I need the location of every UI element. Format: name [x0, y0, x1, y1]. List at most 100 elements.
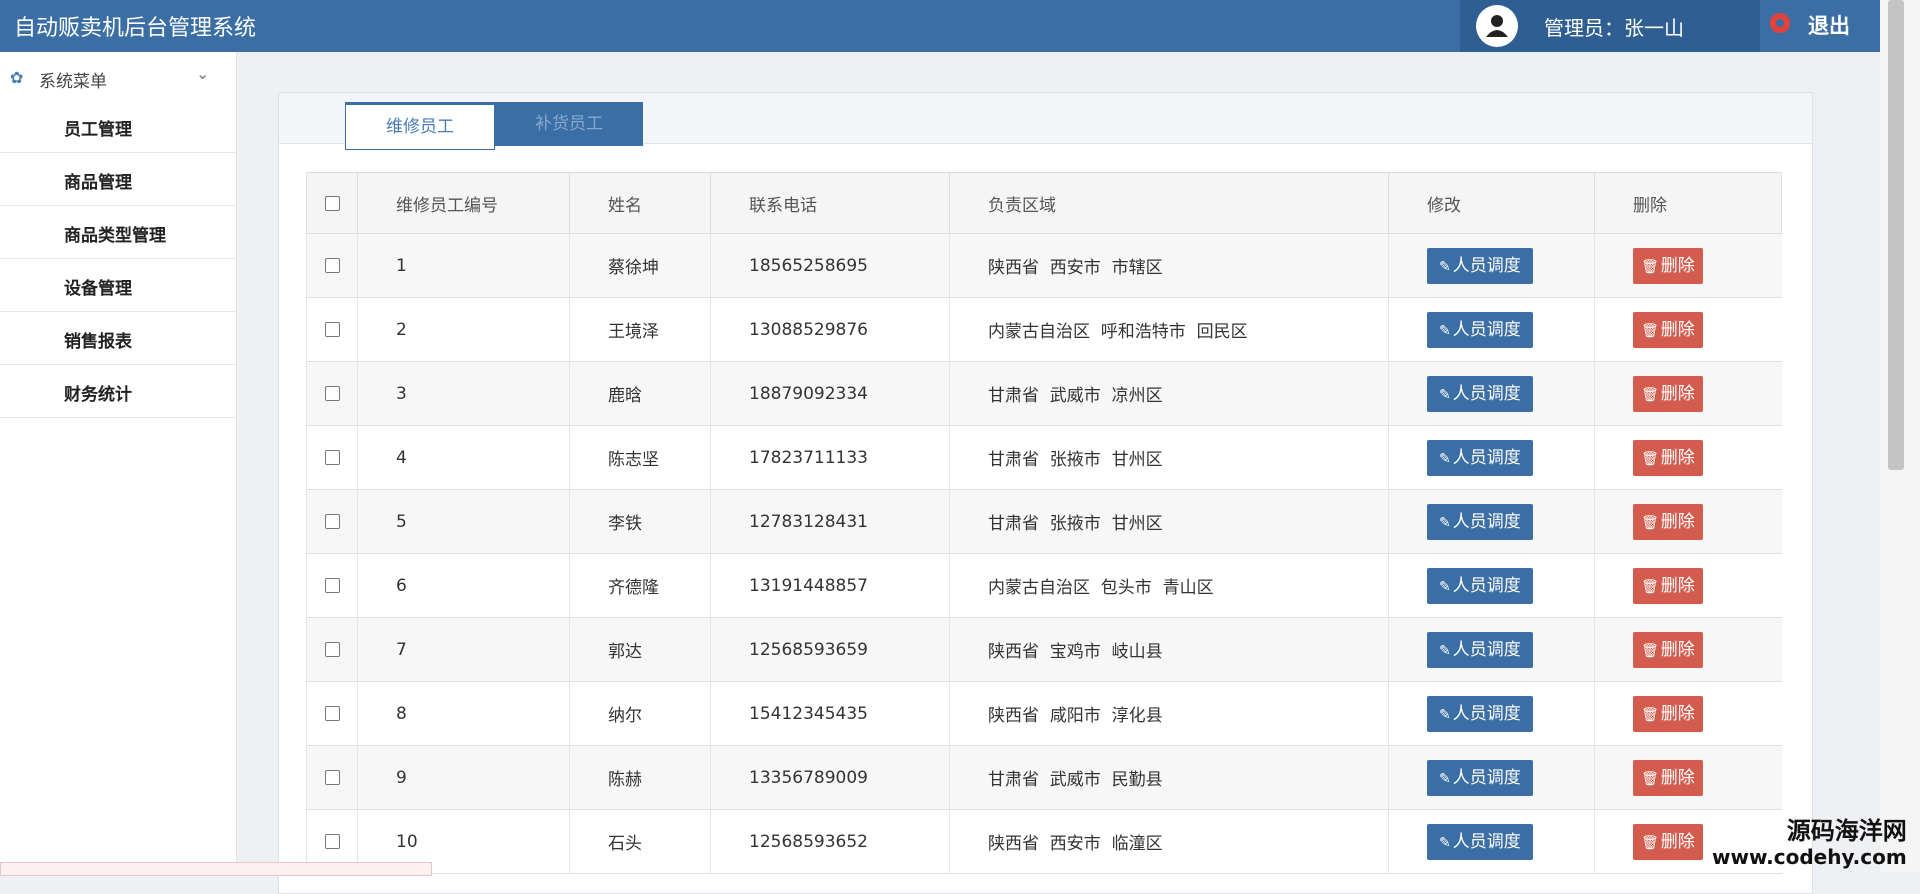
- cell-phone: 17823711133: [710, 425, 950, 490]
- cell-id: 4: [357, 425, 570, 490]
- cell-delete: 🗑 删除: [1594, 745, 1782, 810]
- sidebar-item-label: 商品管理: [64, 173, 132, 193]
- delete-label: 删除: [1660, 255, 1695, 276]
- dispatch-label: 人员调度: [1452, 767, 1521, 788]
- cell-phone: 12568593652: [710, 809, 950, 874]
- delete-button[interactable]: 🗑 删除: [1633, 823, 1703, 860]
- edit-icon: ✎: [1439, 642, 1451, 659]
- dispatch-button[interactable]: ✎ 人员调度: [1427, 311, 1533, 348]
- delete-button[interactable]: 🗑 删除: [1633, 439, 1703, 476]
- delete-button[interactable]: 🗑 删除: [1633, 567, 1703, 604]
- row-checkbox[interactable]: [324, 322, 340, 337]
- tab-repair-staff[interactable]: 维修员工: [345, 102, 495, 150]
- sidebar-item-sales-report[interactable]: 销售报表: [0, 312, 236, 365]
- row-checkbox[interactable]: [324, 578, 340, 593]
- logout-button[interactable]: 退出: [1760, 0, 1880, 52]
- table-row: 8 纳尔 15412345435 陕西省 咸阳市 淳化县 ✎ 人员调度 🗑 删除: [306, 681, 1782, 746]
- delete-label: 删除: [1660, 511, 1695, 532]
- header-edit: 修改: [1388, 172, 1595, 234]
- delete-button[interactable]: 🗑 删除: [1633, 759, 1703, 796]
- sidebar-item-label: 财务统计: [64, 385, 132, 405]
- delete-button[interactable]: 🗑 删除: [1633, 311, 1703, 348]
- cell-area: 陕西省 宝鸡市 岐山县: [949, 617, 1389, 682]
- cell-delete: 🗑 删除: [1594, 489, 1782, 554]
- cell-area: 甘肃省 张掖市 甘州区: [949, 425, 1389, 490]
- cell-name: 齐德隆: [569, 553, 711, 618]
- row-checkbox[interactable]: [324, 642, 340, 657]
- tab-restock-staff[interactable]: 补货员工: [495, 102, 643, 146]
- sidebar: ✿ 系统菜单 ⌄ 员工管理 商品管理 商品类型管理 设备管理 销售报表 财务统计: [0, 52, 237, 872]
- row-checkbox[interactable]: [324, 770, 340, 785]
- cell-edit: ✎ 人员调度: [1388, 681, 1595, 746]
- dispatch-button[interactable]: ✎ 人员调度: [1427, 823, 1533, 860]
- sidebar-item-finance[interactable]: 财务统计: [0, 365, 236, 418]
- dispatch-label: 人员调度: [1452, 319, 1521, 340]
- trash-icon: 🗑: [1641, 514, 1659, 531]
- cell-id: 3: [357, 361, 570, 426]
- trash-icon: 🗑: [1641, 642, 1659, 659]
- dispatch-button[interactable]: ✎ 人员调度: [1427, 375, 1533, 412]
- sidebar-item-devices[interactable]: 设备管理: [0, 259, 236, 312]
- cell-delete: 🗑 删除: [1594, 361, 1782, 426]
- trash-icon: 🗑: [1641, 578, 1659, 595]
- system-menu-toggle[interactable]: ✿ 系统菜单 ⌄: [0, 62, 236, 94]
- row-checkbox[interactable]: [324, 258, 340, 273]
- row-select-cell: [306, 553, 358, 618]
- delete-button[interactable]: 🗑 删除: [1633, 503, 1703, 540]
- logout-label: 退出: [1808, 14, 1850, 38]
- dispatch-label: 人员调度: [1452, 511, 1521, 532]
- row-select-cell: [306, 617, 358, 682]
- dispatch-button[interactable]: ✎ 人员调度: [1427, 247, 1533, 284]
- cell-edit: ✎ 人员调度: [1388, 297, 1595, 362]
- delete-label: 删除: [1660, 575, 1695, 596]
- sidebar-item-product-types[interactable]: 商品类型管理: [0, 206, 236, 259]
- header-phone: 联系电话: [710, 172, 950, 234]
- select-all-checkbox[interactable]: [324, 195, 340, 211]
- dispatch-button[interactable]: ✎ 人员调度: [1427, 567, 1533, 604]
- cell-edit: ✎ 人员调度: [1388, 745, 1595, 810]
- dispatch-label: 人员调度: [1452, 831, 1521, 852]
- edit-icon: ✎: [1439, 706, 1451, 723]
- cell-id: 6: [357, 553, 570, 618]
- row-checkbox[interactable]: [324, 386, 340, 401]
- row-checkbox[interactable]: [324, 834, 340, 849]
- cell-id: 1: [357, 233, 570, 298]
- cell-area: 内蒙古自治区 呼和浩特市 回民区: [949, 297, 1389, 362]
- dispatch-button[interactable]: ✎ 人员调度: [1427, 503, 1533, 540]
- trash-icon: 🗑: [1641, 386, 1659, 403]
- edit-icon: ✎: [1439, 770, 1451, 787]
- dispatch-button[interactable]: ✎ 人员调度: [1427, 439, 1533, 476]
- dispatch-button[interactable]: ✎ 人员调度: [1427, 631, 1533, 668]
- dispatch-button[interactable]: ✎ 人员调度: [1427, 695, 1533, 732]
- cell-name: 陈赫: [569, 745, 711, 810]
- delete-label: 删除: [1660, 383, 1695, 404]
- delete-button[interactable]: 🗑 删除: [1633, 375, 1703, 412]
- row-checkbox[interactable]: [324, 706, 340, 721]
- scrollbar-thumb[interactable]: [1888, 0, 1904, 470]
- row-checkbox[interactable]: [324, 450, 340, 465]
- avatar-icon: [1476, 5, 1518, 47]
- user-area[interactable]: 管理员：张一山: [1460, 0, 1760, 52]
- cell-delete: 🗑 删除: [1594, 233, 1782, 298]
- dispatch-label: 人员调度: [1452, 255, 1521, 276]
- delete-button[interactable]: 🗑 删除: [1633, 631, 1703, 668]
- delete-button[interactable]: 🗑 删除: [1633, 695, 1703, 732]
- cell-phone: 12783128431: [710, 489, 950, 554]
- dispatch-button[interactable]: ✎ 人员调度: [1427, 759, 1533, 796]
- table-row: 4 陈志坚 17823711133 甘肃省 张掖市 甘州区 ✎ 人员调度 🗑 删除: [306, 425, 1782, 490]
- delete-button[interactable]: 🗑 删除: [1633, 247, 1703, 284]
- sidebar-item-staff[interactable]: 员工管理: [0, 100, 236, 153]
- delete-label: 删除: [1660, 447, 1695, 468]
- cell-edit: ✎ 人员调度: [1388, 425, 1595, 490]
- sidebar-item-products[interactable]: 商品管理: [0, 153, 236, 206]
- row-checkbox[interactable]: [324, 514, 340, 529]
- watermark-title: 源码海洋网: [1786, 817, 1907, 845]
- table-row: 6 齐德隆 13191448857 内蒙古自治区 包头市 青山区 ✎ 人员调度 🗑 删除: [306, 553, 1782, 618]
- watermark: 源码海洋网 www.codehy.com: [1712, 818, 1907, 870]
- edit-icon: ✎: [1439, 386, 1451, 403]
- cell-name: 石头: [569, 809, 711, 874]
- sidebar-item-label: 销售报表: [64, 332, 132, 352]
- dispatch-label: 人员调度: [1452, 703, 1521, 724]
- staff-table: 维修员工编号 姓名 联系电话 负责区域 修改 删除 1 蔡徐坤 1856525869…: [306, 172, 1782, 874]
- cell-edit: ✎ 人员调度: [1388, 553, 1595, 618]
